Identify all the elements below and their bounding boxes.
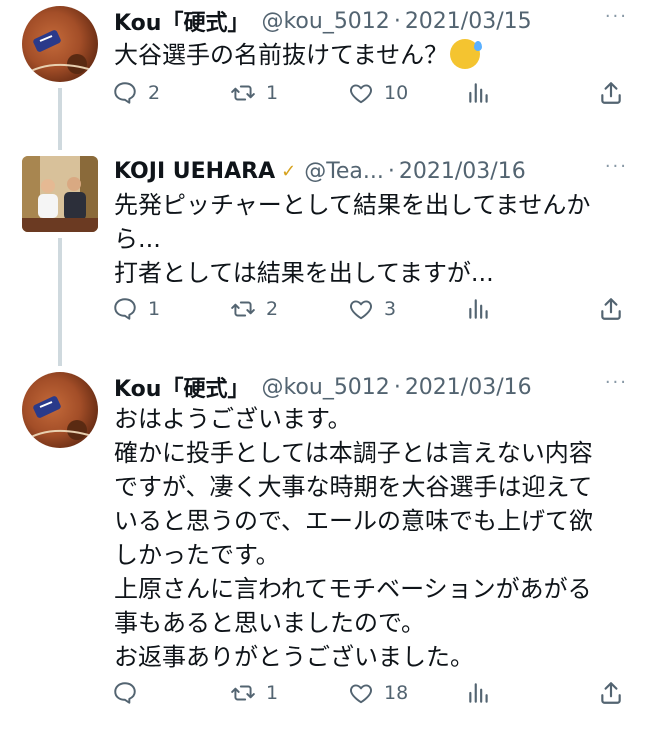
like-icon bbox=[350, 84, 372, 104]
tweet[interactable]: Kou「硬式」 @kou_5012 · 2021/03/15 ··· 大谷選手の… bbox=[0, 0, 650, 140]
more-icon[interactable]: ··· bbox=[605, 6, 628, 27]
tweet-header: Kou「硬式」 @kou_5012 · 2021/03/16 bbox=[114, 370, 630, 404]
reply-button[interactable]: 1 bbox=[112, 296, 160, 322]
tweet-actions: 1 2 3 bbox=[112, 296, 630, 332]
reply-button[interactable] bbox=[112, 680, 148, 706]
display-name[interactable]: Kou「硬式」 bbox=[114, 371, 249, 403]
user-handle[interactable]: @Tea... bbox=[304, 159, 384, 184]
more-icon[interactable]: ··· bbox=[605, 156, 628, 177]
verified-badge-icon: ✓ bbox=[281, 160, 297, 182]
avatar[interactable] bbox=[22, 6, 98, 82]
user-handle[interactable]: @kou_5012 bbox=[261, 375, 389, 400]
share-button[interactable] bbox=[598, 296, 624, 322]
share-icon bbox=[601, 298, 621, 320]
tweet-text-line: お返事ありがとうございました。 bbox=[114, 643, 474, 671]
reply-button[interactable]: 2 bbox=[112, 80, 160, 106]
user-handle[interactable]: @kou_5012 bbox=[261, 9, 389, 34]
reply-count: 2 bbox=[148, 82, 161, 104]
retweet-count: 1 bbox=[266, 82, 279, 104]
more-icon[interactable]: ··· bbox=[605, 372, 628, 393]
tweet[interactable]: KOJI UEHARA ✓ @Tea... · 2021/03/16 ··· 先… bbox=[0, 150, 650, 360]
sweat-smile-emoji-icon bbox=[450, 39, 483, 69]
analytics-icon bbox=[469, 299, 488, 319]
like-icon bbox=[350, 684, 372, 704]
display-name[interactable]: Kou「硬式」 bbox=[114, 5, 249, 37]
like-count: 3 bbox=[384, 298, 397, 320]
avatar[interactable] bbox=[22, 156, 98, 232]
tweet-actions: 2 1 10 bbox=[112, 80, 630, 116]
avatar-glove-image bbox=[22, 396, 98, 443]
reply-icon bbox=[114, 298, 136, 320]
analytics-icon bbox=[469, 83, 488, 103]
tweet-text-line: ら... bbox=[114, 225, 161, 253]
like-count: 18 bbox=[384, 682, 409, 704]
tweet-text-line: 打者としては結果を出してますが... bbox=[114, 259, 494, 287]
like-button[interactable]: 18 bbox=[348, 680, 408, 706]
analytics-button[interactable] bbox=[466, 680, 492, 706]
share-icon bbox=[601, 82, 621, 104]
avatar-glove-image bbox=[22, 30, 98, 77]
retweet-button[interactable]: 1 bbox=[230, 680, 278, 706]
display-name[interactable]: KOJI UEHARA bbox=[114, 159, 275, 184]
retweet-count: 2 bbox=[266, 298, 279, 320]
tweet-text-line: 大谷選手の名前抜けてません？ bbox=[114, 41, 449, 69]
tweet-text: おはようございます。 確かに投手としては本調子とは言えない内容 ですが、凄く大事… bbox=[114, 402, 632, 674]
analytics-icon bbox=[469, 683, 488, 703]
tweet[interactable]: Kou「硬式」 @kou_5012 · 2021/03/16 ··· おはようご… bbox=[0, 366, 650, 731]
tweet-text-line: 先発ピッチャーとして結果を出してませんか bbox=[114, 191, 591, 219]
retweet-icon bbox=[231, 685, 255, 701]
tweet-text-line: 事もあると思いましたので。 bbox=[114, 609, 426, 637]
like-button[interactable]: 10 bbox=[348, 80, 408, 106]
tweet-date[interactable]: 2021/03/16 bbox=[399, 159, 526, 184]
like-count: 10 bbox=[384, 82, 409, 104]
share-icon bbox=[601, 682, 621, 704]
like-icon bbox=[350, 300, 372, 320]
retweet-count: 1 bbox=[266, 682, 279, 704]
share-button[interactable] bbox=[598, 80, 624, 106]
tweet-text: 大谷選手の名前抜けてません？ bbox=[114, 38, 632, 72]
tweet-text-line: ですが、凄く大事な時期を大谷選手は迎えて bbox=[114, 473, 593, 501]
tweet-text-line: しかったです。 bbox=[114, 541, 280, 569]
retweet-icon bbox=[231, 301, 255, 317]
analytics-button[interactable] bbox=[466, 80, 492, 106]
separator: · bbox=[387, 158, 395, 184]
like-button[interactable]: 3 bbox=[348, 296, 396, 322]
tweet-date[interactable]: 2021/03/15 bbox=[405, 9, 532, 34]
analytics-button[interactable] bbox=[466, 296, 492, 322]
separator: · bbox=[393, 374, 401, 400]
separator: · bbox=[393, 8, 401, 34]
tweet-text-line: 確かに投手としては本調子とは言えない内容 bbox=[114, 439, 593, 467]
tweet-text-line: 上原さんに言われてモチベーションがあがる bbox=[114, 575, 592, 603]
tweet-text-line: いると思うので、エールの意味でも上げて欲 bbox=[114, 507, 594, 535]
reply-count: 1 bbox=[148, 298, 161, 320]
tweet-header: KOJI UEHARA ✓ @Tea... · 2021/03/16 bbox=[114, 154, 630, 188]
avatar-photo-image bbox=[22, 156, 98, 232]
retweet-icon bbox=[231, 85, 255, 101]
retweet-button[interactable]: 2 bbox=[230, 296, 278, 322]
reply-icon bbox=[114, 682, 136, 704]
tweet-header: Kou「硬式」 @kou_5012 · 2021/03/15 bbox=[114, 4, 630, 38]
tweet-text: 先発ピッチャーとして結果を出してませんか ら... 打者としては結果を出してます… bbox=[114, 188, 632, 290]
share-button[interactable] bbox=[598, 680, 624, 706]
tweet-date[interactable]: 2021/03/16 bbox=[405, 375, 532, 400]
avatar[interactable] bbox=[22, 372, 98, 448]
tweet-text-line: おはようございます。 bbox=[114, 405, 352, 433]
tweet-actions: 1 18 bbox=[112, 680, 630, 716]
retweet-button[interactable]: 1 bbox=[230, 80, 278, 106]
reply-icon bbox=[114, 82, 136, 104]
